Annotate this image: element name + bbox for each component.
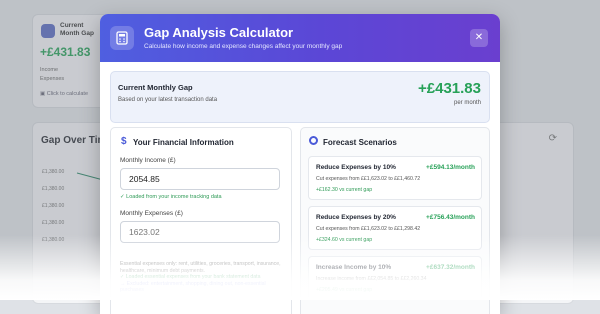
current-gap-period: per month xyxy=(453,100,481,106)
current-gap-value: +£431.83 xyxy=(418,80,481,97)
financial-info-title: Your Financial Information xyxy=(133,138,234,147)
scenario-name: Reduce Expenses by 20% xyxy=(316,214,396,221)
monthly-expenses-input[interactable] xyxy=(120,221,280,243)
essential-expenses-text: Essential expenses only: rent, utilities… xyxy=(120,261,281,274)
forecast-scenarios-panel: Forecast Scenarios Reduce Expenses by 10… xyxy=(300,127,490,314)
close-icon: ✕ xyxy=(474,32,484,43)
scenario-name: Increase Income by 10% xyxy=(316,264,392,271)
modal-header: Gap Analysis Calculator Calculate how in… xyxy=(100,14,500,62)
scenario-delta: +£205.49 vs current gap xyxy=(316,287,373,293)
expenses-source-note: ✓ Loaded essential expenses from your ba… xyxy=(120,274,261,281)
modal-title: Gap Analysis Calculator xyxy=(144,25,294,40)
expenses-label: Monthly Expenses (£) xyxy=(120,210,183,217)
scenario-delta: +£324.60 vs current gap xyxy=(316,237,373,243)
expenses-description: Essential expenses only: rent, utilities… xyxy=(120,261,285,294)
monthly-income-input[interactable] xyxy=(120,168,280,190)
forecast-title: Forecast Scenarios xyxy=(323,138,397,147)
scenario-description: Cut expenses from ££1,623.02 to ££1,298.… xyxy=(316,226,421,232)
current-gap-label: Current Monthly Gap xyxy=(118,83,193,92)
scenario-value: +£756.43/month xyxy=(426,214,475,221)
scenario-description: Cut expenses from ££1,623.02 to ££1,460.… xyxy=(316,176,421,182)
income-source-note: ✓ Loaded from your income tracking data xyxy=(120,194,222,200)
calculator-icon xyxy=(110,26,134,50)
scenario-increase-income-10[interactable]: Increase Income by 10% +£637.32/month In… xyxy=(308,256,482,300)
scenario-reduce-expenses-20[interactable]: Reduce Expenses by 20% +£756.43/month Cu… xyxy=(308,206,482,250)
financial-info-panel: $ Your Financial Information Monthly Inc… xyxy=(110,127,292,314)
modal-subtitle: Calculate how income and expense changes… xyxy=(144,43,343,50)
dollar-icon: $ xyxy=(121,136,127,147)
scenario-value: +£594.13/month xyxy=(426,164,475,171)
current-gap-sublabel: Based on your latest transaction data xyxy=(118,97,218,103)
scenario-name: Reduce Expenses by 10% xyxy=(316,164,396,171)
income-label: Monthly Income (£) xyxy=(120,157,176,164)
scenario-reduce-expenses-10[interactable]: Reduce Expenses by 10% +£594.13/month Cu… xyxy=(308,156,482,200)
current-gap-summary: Current Monthly Gap Based on your latest… xyxy=(110,71,490,123)
scenario-description: Increase income from ££2,054.85 to ££2,2… xyxy=(316,276,427,282)
scenario-value: +£637.32/month xyxy=(426,264,475,271)
target-icon xyxy=(309,136,318,145)
gap-analysis-modal: Gap Analysis Calculator Calculate how in… xyxy=(100,14,500,314)
excluded-expenses-note: → Excluded: entertainment, shopping, din… xyxy=(120,280,266,294)
scenario-delta: +£162.30 vs current gap xyxy=(316,187,373,193)
close-button[interactable]: ✕ xyxy=(470,29,488,47)
